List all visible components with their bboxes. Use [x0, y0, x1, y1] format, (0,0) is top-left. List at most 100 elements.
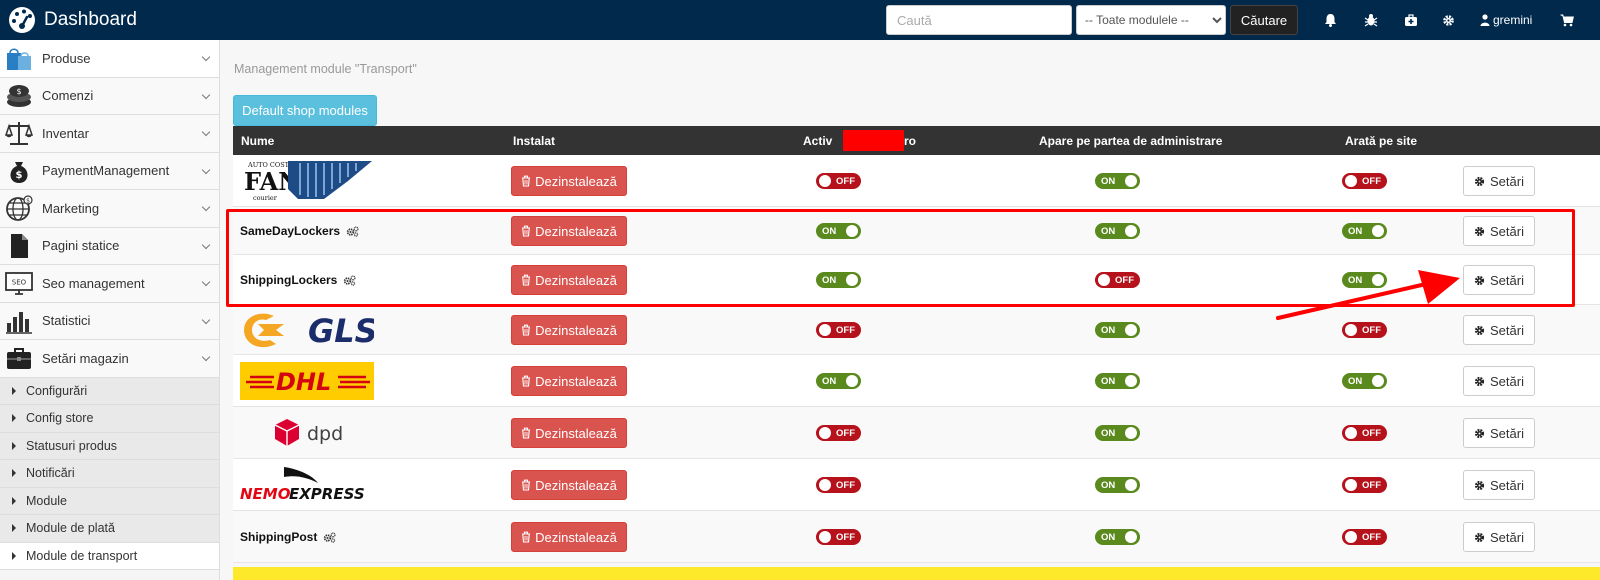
cog-icon	[1474, 176, 1485, 186]
admin-visible-toggle[interactable]: ON	[1095, 529, 1140, 545]
cart-icon[interactable]	[1560, 10, 1574, 30]
site-visible-toggle[interactable]: OFF	[1342, 477, 1387, 493]
active-toggle[interactable]: ON	[816, 272, 861, 288]
active-toggle[interactable]: ON	[816, 373, 861, 389]
admin-visible-toggle[interactable]: ON	[1095, 373, 1140, 389]
settings-button[interactable]: Setări	[1463, 216, 1535, 246]
trash-icon	[522, 175, 531, 187]
toggle-label: ON	[1348, 225, 1363, 237]
settings-label: Setări	[1490, 322, 1524, 338]
site-visible-toggle[interactable]: ON	[1342, 272, 1387, 288]
sidebar-item-inventar[interactable]: Inventar	[0, 115, 219, 153]
toggle-label: OFF	[836, 175, 855, 187]
bug-icon[interactable]	[1364, 10, 1378, 30]
uninstall-button[interactable]: Dezinstalează	[511, 366, 627, 396]
active-toggle[interactable]: OFF	[816, 173, 861, 189]
site-visible-toggle[interactable]: ON	[1342, 223, 1387, 239]
sidebar-subitem-label: Statusuri produs	[26, 438, 118, 453]
settings-label: Setări	[1490, 272, 1524, 288]
settings-button[interactable]: Setări	[1463, 265, 1535, 295]
uninstall-button[interactable]: Dezinstalează	[511, 470, 627, 500]
gear-icon[interactable]	[1442, 10, 1455, 30]
admin-visible-toggle[interactable]: ON	[1095, 425, 1140, 441]
caret-right-icon	[12, 551, 16, 560]
uninstall-button[interactable]: Dezinstalează	[511, 216, 627, 246]
sidebar-item-statistici[interactable]: Statistici	[0, 302, 219, 340]
user-menu[interactable]: gremini	[1480, 10, 1532, 30]
site-visible-toggle[interactable]: OFF	[1342, 322, 1387, 338]
site-visible-toggle[interactable]: OFF	[1342, 529, 1387, 545]
sidebar-item-produse[interactable]: Produse	[0, 40, 219, 78]
toggle-label: ON	[1101, 427, 1116, 439]
sidebar-subitem-module-de-transport[interactable]: Module de transport	[0, 542, 219, 570]
brand[interactable]: Dashboard	[8, 4, 137, 36]
sidebar-subitem-module[interactable]: Module	[0, 487, 219, 515]
default-shop-modules-button[interactable]: Default shop modules	[233, 95, 377, 126]
toggle-label: ON	[1101, 324, 1116, 336]
sidebar-subitem-label: Module de plată	[26, 521, 115, 536]
uninstall-button[interactable]: Dezinstalează	[511, 418, 627, 448]
sidebar-item-label: Seo management	[42, 275, 145, 291]
sidebar-subitem-notificari[interactable]: Notificări	[0, 460, 219, 488]
settings-label: Setări	[1490, 529, 1524, 545]
settings-button[interactable]: Setări	[1463, 315, 1535, 345]
uninstall-button[interactable]: Dezinstalează	[511, 166, 627, 196]
sidebar-item-comenzi[interactable]: $ Comenzi	[0, 77, 219, 115]
trash-icon	[522, 375, 531, 387]
sidebar-item-label: Comenzi	[42, 88, 94, 104]
active-toggle[interactable]: OFF	[816, 425, 861, 441]
dpd-logo: dpd	[273, 415, 353, 451]
toggle-label: ON	[1101, 175, 1116, 187]
sidebar-subitem-module-de-plata[interactable]: Module de plată	[0, 515, 219, 543]
table-row: ShippingLockers Dezinstalează ON OFF ON …	[233, 255, 1600, 305]
admin-visible-toggle[interactable]: ON	[1095, 173, 1140, 189]
active-toggle[interactable]: ON	[816, 223, 861, 239]
username: gremini	[1493, 13, 1533, 27]
active-toggle[interactable]: OFF	[816, 477, 861, 493]
uninstall-button[interactable]: Dezinstalează	[511, 522, 627, 552]
admin-visible-toggle[interactable]: ON	[1095, 223, 1140, 239]
admin-visible-toggle[interactable]: OFF	[1095, 272, 1140, 288]
settings-button[interactable]: Setări	[1463, 418, 1535, 448]
toggle-label: OFF	[836, 324, 855, 336]
medkit-icon[interactable]	[1404, 10, 1418, 30]
sidebar-subitem-configurari[interactable]: Configurări	[0, 377, 219, 405]
site-visible-toggle[interactable]: OFF	[1342, 173, 1387, 189]
sidebar-item-pagini-statice[interactable]: Pagini statice	[0, 227, 219, 265]
sidebar-item-marketing[interactable]: $ Marketing	[0, 190, 219, 228]
uninstall-label: Dezinstalează	[535, 322, 617, 338]
admin-visible-toggle[interactable]: ON	[1095, 322, 1140, 338]
uninstall-button[interactable]: Dezinstalează	[511, 315, 627, 345]
sidebar-item-seo-management[interactable]: SEO Seo management	[0, 265, 219, 303]
settings-button[interactable]: Setări	[1463, 522, 1535, 552]
settings-button[interactable]: Setări	[1463, 470, 1535, 500]
uninstall-button[interactable]: Dezinstalează	[511, 265, 627, 295]
column-header-installed: Instalat	[513, 134, 556, 148]
site-visible-toggle[interactable]: OFF	[1342, 425, 1387, 441]
nemo-express-logo: NEMO EXPRESS	[240, 465, 374, 505]
sidebar-item-label: Statistici	[42, 313, 91, 329]
dhl-logo: DHL	[240, 362, 374, 400]
search-input[interactable]	[886, 5, 1072, 35]
toggle-label: ON	[1348, 274, 1363, 286]
bell-icon[interactable]	[1324, 10, 1337, 30]
settings-button[interactable]: Setări	[1463, 366, 1535, 396]
sidebar-item-label: PaymentManagement	[42, 163, 170, 179]
svg-text:$: $	[26, 198, 30, 205]
sidebar-item-payment-management[interactable]: $ PaymentManagement	[0, 152, 219, 190]
svg-text:SEO: SEO	[12, 279, 27, 287]
settings-button[interactable]: Setări	[1463, 166, 1535, 196]
globe-icon: $	[4, 193, 34, 223]
sidebar-item-setari-magazin[interactable]: Setări magazin	[0, 340, 219, 378]
search-button[interactable]: Căutare	[1230, 5, 1298, 35]
sidebar-subitem-statusuri-produs[interactable]: Statusuri produs	[0, 432, 219, 460]
active-toggle[interactable]: OFF	[816, 322, 861, 338]
admin-visible-toggle[interactable]: ON	[1095, 477, 1140, 493]
site-visible-toggle[interactable]: ON	[1342, 373, 1387, 389]
active-toggle[interactable]: OFF	[816, 529, 861, 545]
module-filter-select[interactable]: -- Toate modulele --	[1076, 5, 1226, 35]
toggle-label: OFF	[1362, 531, 1381, 543]
sidebar-subitem-config-store[interactable]: Config store	[0, 405, 219, 433]
chevron-down-icon	[201, 165, 211, 174]
cog-icon	[1474, 275, 1485, 285]
